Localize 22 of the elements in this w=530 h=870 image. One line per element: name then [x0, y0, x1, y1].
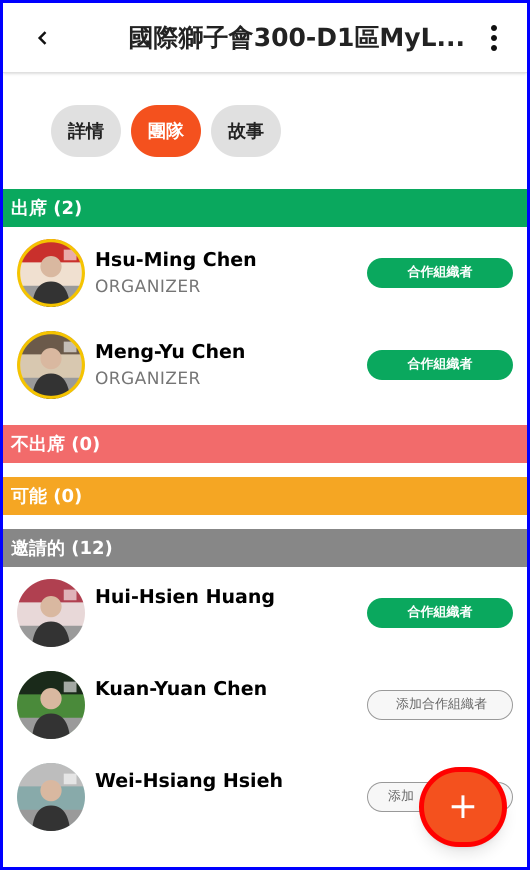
window-title: 國際獅子會300-D1區MyL... [128, 22, 465, 54]
add-button[interactable]: + [419, 767, 507, 847]
member-name: Hui-Hsien Huang [95, 585, 276, 610]
co-organizer-button[interactable]: 合作組織者 [367, 258, 513, 288]
co-organizer-button[interactable]: 合作組織者 [367, 350, 513, 380]
section-header: 邀請的 (12) [3, 529, 527, 567]
member-name: Wei-Hsiang Hsieh [95, 769, 284, 794]
co-organizer-button[interactable]: 添加 [367, 782, 417, 812]
member-name: Meng-Yu Chen [95, 340, 246, 365]
co-organizer-button[interactable]: 添加合作組織者 [367, 690, 513, 720]
section-header: 可能 (0) [3, 477, 527, 515]
member-role: ORGANIZER [95, 368, 202, 390]
tab[interactable]: 團隊 [131, 105, 201, 157]
tab[interactable]: 詳情 [51, 105, 121, 157]
tab[interactable]: 故事 [211, 105, 281, 157]
more-icon[interactable] [489, 24, 499, 50]
member-name: Hsu-Ming Chen [95, 248, 258, 273]
co-organizer-button[interactable]: 合作組織者 [367, 598, 513, 628]
member-role: ORGANIZER [95, 276, 202, 298]
section-header: 出席 (2) [3, 189, 527, 227]
member-name: Kuan-Yuan Chen [95, 677, 268, 702]
section-header: 不出席 (0) [3, 425, 527, 463]
